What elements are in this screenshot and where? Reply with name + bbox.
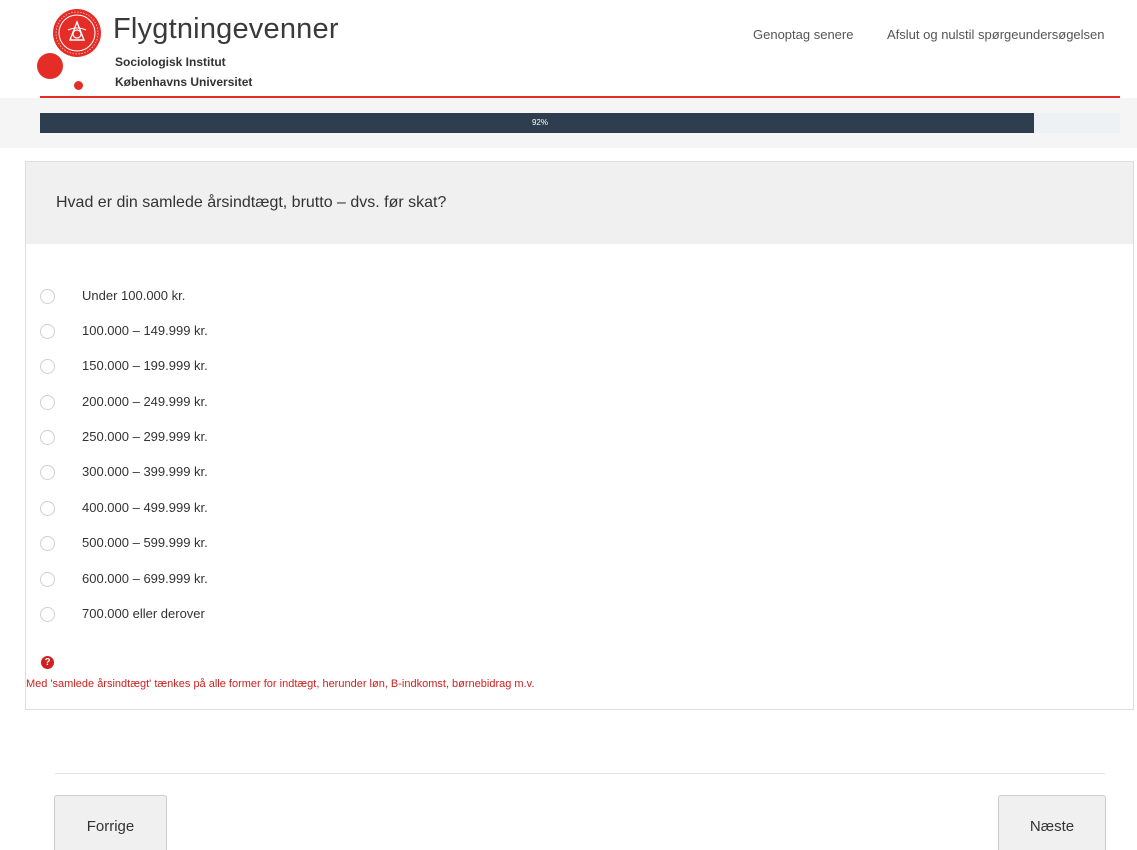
question-panel: Hvad er din samlede årsindtægt, brutto –… xyxy=(25,161,1134,710)
progress-section: 92% xyxy=(0,98,1137,148)
radio-button[interactable] xyxy=(40,501,55,516)
logo-dot-small xyxy=(74,81,83,90)
institute-name: Sociologisk Institut xyxy=(115,55,226,69)
radio-button[interactable] xyxy=(40,359,55,374)
university-seal-icon xyxy=(52,8,102,58)
answer-option-label: 500.000 – 599.999 kr. xyxy=(82,535,208,550)
answer-option-label: 700.000 eller derover xyxy=(82,606,205,621)
radio-button[interactable] xyxy=(40,395,55,410)
quit-reset-link[interactable]: Afslut og nulstil spørgeundersøgelsen xyxy=(887,27,1105,42)
answer-option-label: 300.000 – 399.999 kr. xyxy=(82,464,208,479)
answer-option[interactable]: 150.000 – 199.999 kr. xyxy=(40,352,640,380)
answer-option-label: 400.000 – 499.999 kr. xyxy=(82,500,208,515)
answer-option[interactable]: 400.000 – 499.999 kr. xyxy=(40,494,640,522)
progress-bar: 92% xyxy=(40,113,1120,133)
radio-button[interactable] xyxy=(40,430,55,445)
answer-option[interactable]: 700.000 eller derover xyxy=(40,600,640,628)
question-header: Hvad er din samlede årsindtægt, brutto –… xyxy=(26,162,1133,244)
help-text: Med 'samlede årsindtægt' tænkes på alle … xyxy=(26,678,535,690)
radio-button[interactable] xyxy=(40,324,55,339)
footer-divider xyxy=(55,773,1105,774)
university-name: Københavns Universitet xyxy=(115,75,253,89)
answer-option[interactable]: Under 100.000 kr. xyxy=(40,282,640,310)
answer-option-label: Under 100.000 kr. xyxy=(82,288,186,303)
radio-button[interactable] xyxy=(40,289,55,304)
previous-button[interactable]: Forrige xyxy=(54,795,167,850)
answer-option[interactable]: 500.000 – 599.999 kr. xyxy=(40,529,640,557)
logo-dot-large xyxy=(37,53,63,79)
answer-option-label: 250.000 – 299.999 kr. xyxy=(82,429,208,444)
answer-option-label: 100.000 – 149.999 kr. xyxy=(82,323,208,338)
next-button[interactable]: Næste xyxy=(998,795,1106,850)
answer-option[interactable]: 100.000 – 149.999 kr. xyxy=(40,317,640,345)
radio-button[interactable] xyxy=(40,607,55,622)
answer-option-label: 200.000 – 249.999 kr. xyxy=(82,394,208,409)
answer-option-label: 150.000 – 199.999 kr. xyxy=(82,358,208,373)
answer-option-label: 600.000 – 699.999 kr. xyxy=(82,571,208,586)
radio-button[interactable] xyxy=(40,572,55,587)
answer-option[interactable]: 250.000 – 299.999 kr. xyxy=(40,423,640,451)
answer-option[interactable]: 600.000 – 699.999 kr. xyxy=(40,565,640,593)
resume-later-link[interactable]: Genoptag senere xyxy=(753,27,853,42)
site-title: Flygtningevenner xyxy=(113,13,339,45)
radio-button[interactable] xyxy=(40,536,55,551)
progress-label: 92% xyxy=(531,118,548,127)
question-circle-icon: ? xyxy=(41,656,54,669)
answer-option[interactable]: 200.000 – 249.999 kr. xyxy=(40,388,640,416)
header: Flygtningevenner Sociologisk Institut Kø… xyxy=(0,0,1137,98)
question-text: Hvad er din samlede årsindtægt, brutto –… xyxy=(56,194,447,211)
answer-option[interactable]: 300.000 – 399.999 kr. xyxy=(40,458,640,486)
radio-button[interactable] xyxy=(40,465,55,480)
